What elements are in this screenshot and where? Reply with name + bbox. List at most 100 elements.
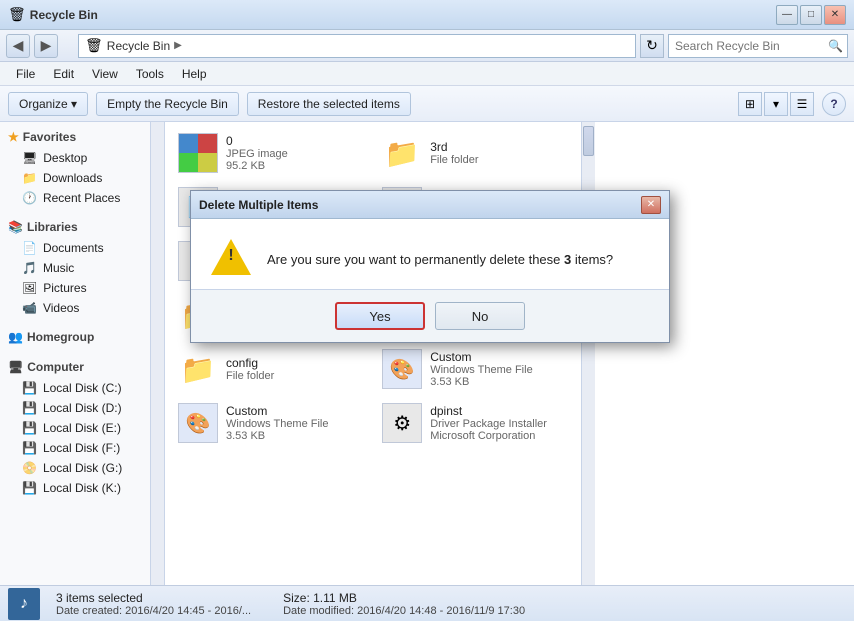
restore-selected-button[interactable]: Restore the selected items: [247, 92, 411, 116]
address-bar: 🗑 Recycle Bin ▶: [78, 34, 636, 58]
file-item-dpinst[interactable]: ⚙ dpinst Driver Package Installer Micros…: [373, 396, 577, 450]
file-name-custom1: Custom: [430, 350, 568, 364]
sidebar-item-music[interactable]: 🎵 Music: [0, 258, 150, 278]
sidebar-item-disk-f[interactable]: 💾 Local Disk (F:): [0, 438, 150, 458]
menu-tools[interactable]: Tools: [128, 65, 172, 83]
file-size-custom2: 3.53 KB: [226, 430, 364, 442]
disk-d-icon: 💾: [22, 401, 37, 415]
dialog-yes-button[interactable]: Yes: [335, 302, 425, 330]
menu-help[interactable]: Help: [174, 65, 215, 83]
file-item-0[interactable]: 0 JPEG image 95.2 KB: [169, 126, 373, 180]
status-details-row: Date created: 2016/4/20 14:45 - 2016/...: [56, 605, 251, 617]
dialog-message-after: items?: [571, 252, 613, 267]
downloads-icon: 📁: [22, 171, 37, 185]
toolbar: Organize ▾ Empty the Recycle Bin Restore…: [0, 86, 854, 122]
help-button[interactable]: ?: [822, 92, 846, 116]
close-button[interactable]: ✕: [824, 5, 846, 25]
file-type-custom2: Windows Theme File: [226, 418, 364, 430]
view-options-button[interactable]: ⊞: [738, 92, 762, 116]
sidebar-item-disk-c[interactable]: 💾 Local Disk (C:): [0, 378, 150, 398]
sidebar-item-documents[interactable]: 📄 Documents: [0, 238, 150, 258]
star-icon: ★: [8, 130, 19, 144]
menu-edit[interactable]: Edit: [45, 65, 82, 83]
sidebar-item-label: Local Disk (D:): [43, 401, 122, 415]
menu-bar: File Edit View Tools Help: [0, 62, 854, 86]
search-input[interactable]: [669, 39, 828, 53]
sidebar-item-disk-d[interactable]: 💾 Local Disk (D:): [0, 398, 150, 418]
dialog-close-button[interactable]: ✕: [641, 196, 661, 214]
sidebar-item-label: Music: [43, 261, 74, 275]
dialog-no-button[interactable]: No: [435, 302, 525, 330]
computer-label: Computer: [27, 360, 84, 374]
sidebar-item-label: Recent Places: [43, 191, 120, 205]
file-thumb-3rd: 📁: [382, 133, 422, 173]
minimize-button[interactable]: —: [776, 5, 798, 25]
status-app-icon: ♪: [20, 595, 28, 613]
sidebar-item-label: Local Disk (C:): [43, 381, 122, 395]
nav-bar: ◀ ▶ 🗑 Recycle Bin ▶ ↻ 🔍: [0, 30, 854, 62]
file-thumb-custom2: 🎨: [178, 403, 218, 443]
computer-header[interactable]: 🖥 Computer: [0, 356, 150, 378]
address-arrow: ▶: [174, 40, 182, 51]
menu-view[interactable]: View: [84, 65, 126, 83]
dialog-message: Are you sure you want to permanently del…: [267, 252, 613, 267]
file-info-config: config File folder: [226, 356, 364, 382]
file-type-dpinst: Driver Package Installer: [430, 418, 568, 430]
file-item-custom1[interactable]: 🎨 Custom Windows Theme File 3.53 KB: [373, 342, 577, 396]
file-thumb-dpinst: ⚙: [382, 403, 422, 443]
sidebar-item-pictures[interactable]: 🖼 Pictures: [0, 278, 150, 298]
sidebar-item-desktop[interactable]: 🖥 Desktop: [0, 148, 150, 168]
sidebar-item-disk-k[interactable]: 💾 Local Disk (K:): [0, 478, 150, 498]
refresh-button[interactable]: ↻: [640, 34, 664, 58]
recycle-bin-icon: 🗑: [85, 37, 103, 54]
libraries-label: Libraries: [27, 220, 78, 234]
view-toggle-button[interactable]: ▾: [764, 92, 788, 116]
search-bar: 🔍: [668, 34, 848, 58]
empty-recycle-bin-button[interactable]: Empty the Recycle Bin: [96, 92, 239, 116]
file-item-3rd[interactable]: 📁 3rd File folder: [373, 126, 577, 180]
back-button[interactable]: ◀: [6, 34, 30, 58]
videos-icon: 📹: [22, 301, 37, 315]
organize-button[interactable]: Organize ▾: [8, 92, 88, 116]
desktop-icon: 🖥: [22, 151, 37, 165]
sidebar-section-favorites: ★ Favorites 🖥 Desktop 📁 Downloads 🕐 Rece…: [0, 126, 150, 208]
forward-button[interactable]: ▶: [34, 34, 58, 58]
favorites-header[interactable]: ★ Favorites: [0, 126, 150, 148]
homegroup-icon: 👥: [8, 330, 23, 344]
sidebar-item-label: Downloads: [43, 171, 102, 185]
sidebar-section-libraries: 📚 Libraries 📄 Documents 🎵 Music 🖼 Pictur…: [0, 216, 150, 318]
sidebar-item-disk-g[interactable]: 📀 Local Disk (G:): [0, 458, 150, 478]
documents-icon: 📄: [22, 241, 37, 255]
status-meta: Size: 1.11 MB Date modified: 2016/4/20 1…: [283, 591, 525, 617]
search-icon: 🔍: [828, 39, 847, 53]
file-name-3rd: 3rd: [430, 140, 568, 154]
sidebar-item-label: Local Disk (G:): [43, 461, 122, 475]
layout-button[interactable]: ☰: [790, 92, 814, 116]
sidebar-item-label: Pictures: [43, 281, 86, 295]
disk-f-icon: 💾: [22, 441, 37, 455]
libraries-header[interactable]: 📚 Libraries: [0, 216, 150, 238]
file-info-0: 0 JPEG image 95.2 KB: [226, 134, 364, 172]
title-bar: 🗑 Recycle Bin — □ ✕: [0, 0, 854, 30]
sidebar-item-disk-e[interactable]: 💾 Local Disk (E:): [0, 418, 150, 438]
sidebar-scrollbar[interactable]: [150, 122, 164, 585]
menu-file[interactable]: File: [8, 65, 43, 83]
file-info-dpinst: dpinst Driver Package Installer Microsof…: [430, 404, 568, 442]
sidebar-section-computer: 🖥 Computer 💾 Local Disk (C:) 💾 Local Dis…: [0, 356, 150, 498]
window-icon: 🗑: [8, 6, 26, 23]
file-name-custom2: Custom: [226, 404, 364, 418]
file-size-custom1: 3.53 KB: [430, 376, 568, 388]
homegroup-header[interactable]: 👥 Homegroup: [0, 326, 150, 348]
dialog-body: ! Are you sure you want to permanently d…: [191, 219, 669, 289]
file-item-custom2[interactable]: 🎨 Custom Windows Theme File 3.53 KB: [169, 396, 373, 450]
file-extra-dpinst: Microsoft Corporation: [430, 430, 568, 442]
sidebar-item-label: Local Disk (F:): [43, 441, 120, 455]
maximize-button[interactable]: □: [800, 5, 822, 25]
file-item-config[interactable]: 📁 config File folder: [169, 342, 373, 396]
status-date-modified: Date modified: 2016/4/20 14:48 - 2016/11…: [283, 605, 525, 617]
file-name-config: config: [226, 356, 364, 370]
sidebar-item-videos[interactable]: 📹 Videos: [0, 298, 150, 318]
sidebar-item-recent-places[interactable]: 🕐 Recent Places: [0, 188, 150, 208]
status-bar: ♪ 3 items selected Date created: 2016/4/…: [0, 585, 854, 621]
sidebar-item-downloads[interactable]: 📁 Downloads: [0, 168, 150, 188]
